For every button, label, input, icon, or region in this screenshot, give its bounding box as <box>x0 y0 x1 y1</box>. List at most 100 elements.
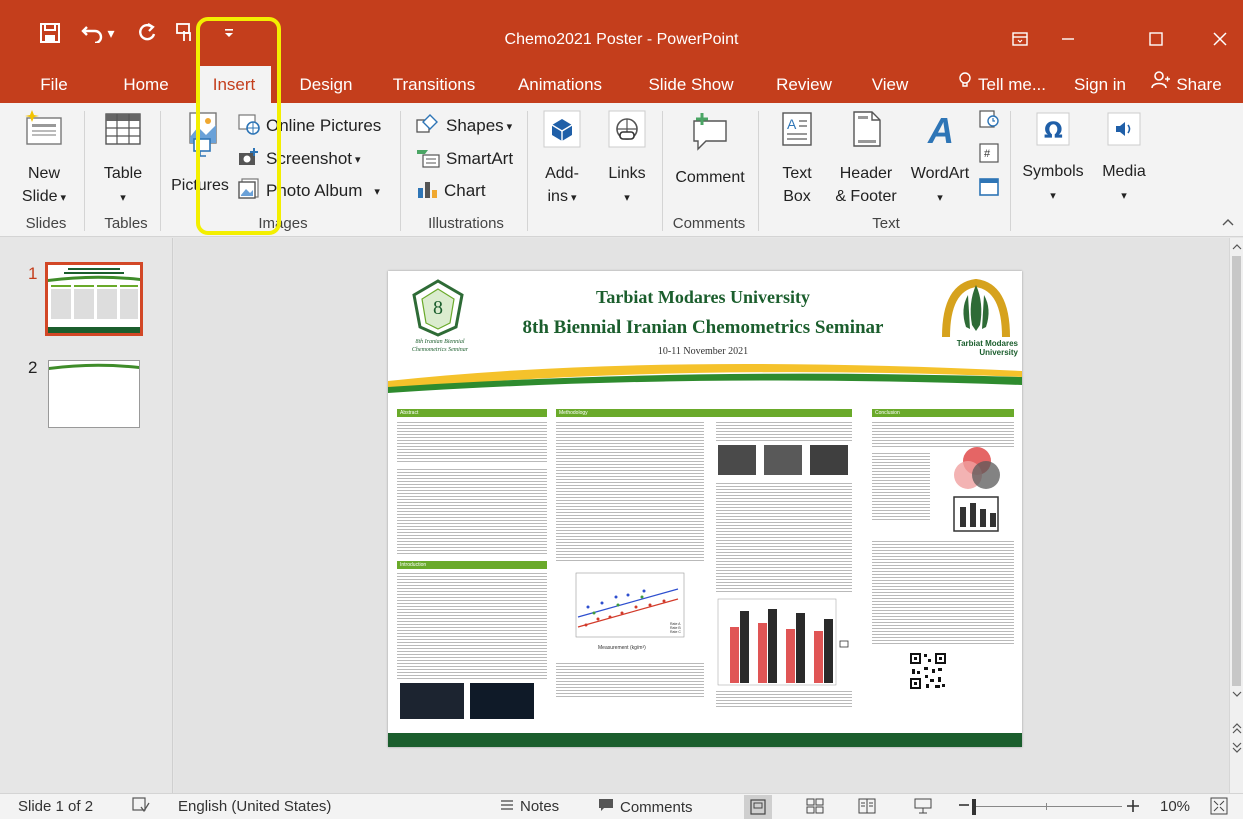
previous-slide-icon[interactable] <box>1232 723 1242 735</box>
next-slide-icon[interactable] <box>1232 741 1242 753</box>
media-button[interactable]: Media ▾ <box>1094 111 1154 208</box>
svg-text:#: # <box>984 148 991 160</box>
group-label-comments: Comments <box>672 215 746 232</box>
group-separator <box>527 111 528 231</box>
comment-button[interactable]: Comment <box>668 109 752 189</box>
seminar-logo-number: 8 <box>433 297 443 319</box>
ribbon-display-options-icon[interactable] <box>1000 22 1040 56</box>
undo-icon[interactable]: ▾ <box>80 18 116 48</box>
methodology-text-right <box>716 422 852 442</box>
spelling-check-icon[interactable] <box>132 797 150 817</box>
scroll-up-icon[interactable] <box>1232 242 1242 252</box>
symbols-button[interactable]: Ω Symbols ▾ <box>1016 111 1090 208</box>
tab-transitions[interactable]: Transitions <box>384 66 484 103</box>
poster-footer-bar <box>388 733 1022 747</box>
zoom-in-icon[interactable] <box>1126 797 1140 819</box>
language-indicator[interactable]: English (United States) <box>178 798 331 815</box>
new-slide-icon <box>16 109 72 156</box>
university-logo-caption-2: University <box>979 348 1018 357</box>
add-ins-button[interactable]: Add- ins ▾ <box>534 109 590 210</box>
chart-button[interactable]: Chart <box>416 178 486 204</box>
slide-count: Slide 1 of 2 <box>18 798 94 815</box>
group-label-tables: Tables <box>104 215 148 232</box>
reading-view-icon[interactable] <box>858 798 876 818</box>
share-button[interactable]: Share <box>1140 66 1232 103</box>
introduction-heading: Introduction <box>397 561 547 569</box>
comment-label: Comment <box>675 169 745 186</box>
slide-thumbnail-2[interactable] <box>48 360 140 428</box>
group-separator <box>400 111 401 231</box>
fit-slide-icon[interactable] <box>1210 797 1228 819</box>
normal-view-icon[interactable] <box>744 795 772 819</box>
header-footer-button[interactable]: Header & Footer <box>828 109 904 208</box>
methodology-text-bottom <box>556 663 704 699</box>
current-slide[interactable]: 8 8th Iranian Biennial Chemometrics Semi… <box>388 271 1022 747</box>
svg-text:A: A <box>787 116 797 132</box>
tab-review[interactable]: Review <box>766 66 842 103</box>
wordart-button[interactable]: A WordArt ▾ <box>902 109 978 210</box>
new-slide-button[interactable]: New Slide ▾ <box>16 109 72 210</box>
date-time-button[interactable] <box>978 109 1000 133</box>
scroll-down-icon[interactable] <box>1232 689 1242 699</box>
tell-me-box[interactable]: Tell me... <box>950 66 1054 103</box>
poster-seminar-title: 8th Biennial Iranian Chemometrics Semina… <box>522 317 884 338</box>
chart-xlabel: Measurement (kg/m³) <box>598 645 646 651</box>
thumbnail-number-1: 1 <box>28 264 38 283</box>
shapes-button[interactable]: Shapes ▾ <box>416 113 512 139</box>
tab-view[interactable]: View <box>862 66 918 103</box>
scrollbar-thumb[interactable] <box>1232 256 1241 686</box>
links-button[interactable]: Links ▾ <box>600 109 654 210</box>
object-button[interactable] <box>978 177 1000 201</box>
micrograph-image-1 <box>718 445 756 475</box>
methodology-text-left <box>556 422 704 562</box>
text-box-button[interactable]: A Text Box <box>770 109 824 208</box>
sign-in-link[interactable]: Sign in <box>1066 66 1134 103</box>
zoom-level[interactable]: 10% <box>1160 798 1190 815</box>
speaker-icon <box>1094 111 1154 154</box>
group-separator <box>662 111 663 231</box>
maximize-icon[interactable] <box>1136 22 1176 56</box>
comments-button[interactable]: Comments <box>598 798 693 816</box>
zoom-out-icon[interactable] <box>958 795 970 819</box>
tab-home[interactable]: Home <box>114 66 178 103</box>
zoom-slider[interactable] <box>972 806 1122 807</box>
slide-number-icon: # <box>978 142 1000 169</box>
conclusion-heading-text: Conclusion <box>875 410 900 416</box>
close-icon[interactable] <box>1200 22 1240 56</box>
shapes-label: Shapes <box>446 116 504 135</box>
university-logo-caption-1: Tarbiat Modares <box>956 339 1018 348</box>
scatter-chart: Measurement (kg/m³) Rate A Rate B Rate C <box>575 572 685 651</box>
links-icon <box>600 109 654 156</box>
table-button[interactable]: Table ▾ <box>96 109 150 210</box>
introduction-text <box>397 573 547 679</box>
abstract-table <box>397 469 547 555</box>
slide-sorter-icon[interactable] <box>806 798 824 818</box>
smartart-button[interactable]: SmartArt <box>416 146 513 172</box>
tab-slide-show[interactable]: Slide Show <box>642 66 740 103</box>
tab-file[interactable]: File <box>24 66 84 103</box>
zoom-slider-thumb[interactable] <box>972 799 976 815</box>
micrograph-image-3 <box>810 445 848 475</box>
seminar-logo-caption-2: Chemometrics Seminar <box>411 347 469 353</box>
redo-icon[interactable] <box>132 18 162 48</box>
ct-image-2 <box>470 683 534 719</box>
header-footer-label-1: Header <box>839 165 893 182</box>
qr-code <box>908 651 948 691</box>
conclusion-text-bottom <box>872 541 1014 645</box>
group-separator <box>84 111 85 231</box>
header-footer-label-2: & Footer <box>835 188 897 205</box>
notes-button[interactable]: Notes <box>500 798 559 815</box>
slide-thumbnail-1[interactable] <box>45 262 143 336</box>
vertical-scrollbar[interactable] <box>1229 238 1243 793</box>
new-slide-label-2: Slide <box>21 188 58 205</box>
svg-text:A: A <box>927 110 954 149</box>
slide-number-button[interactable]: # <box>978 142 1000 169</box>
minimize-icon[interactable] <box>1048 22 1088 56</box>
tab-animations[interactable]: Animations <box>508 66 612 103</box>
slide-show-icon[interactable] <box>914 798 932 818</box>
slide-thumbnail-pane: 1 2 <box>0 238 173 793</box>
save-icon[interactable] <box>34 18 66 48</box>
collapse-ribbon-icon[interactable] <box>1222 213 1234 231</box>
tab-design[interactable]: Design <box>286 66 366 103</box>
ct-image-1 <box>400 683 464 719</box>
